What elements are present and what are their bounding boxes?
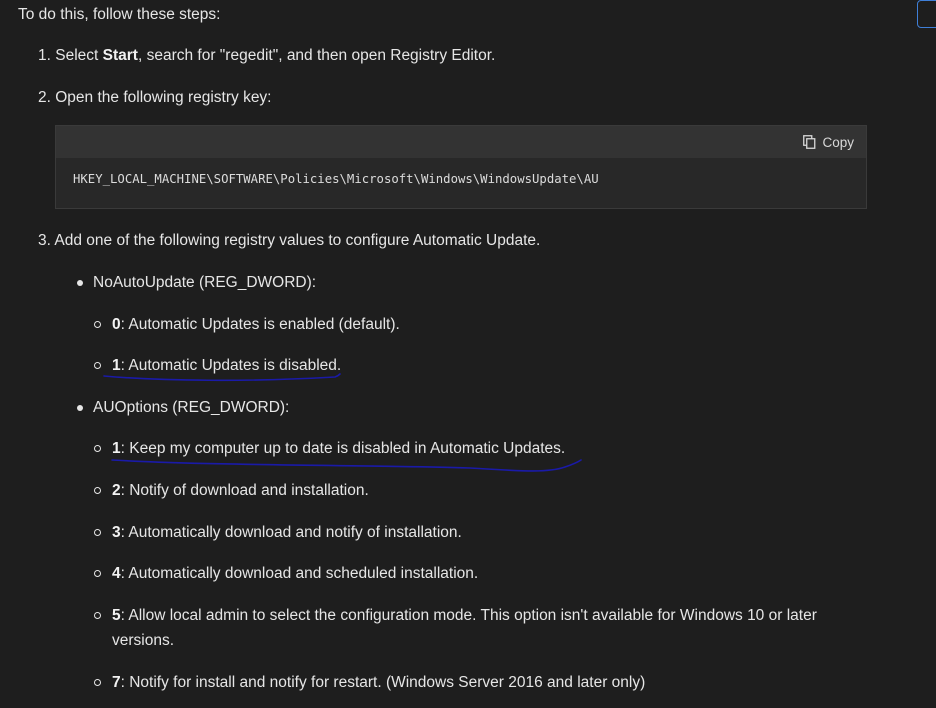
circle-bullet-icon bbox=[94, 570, 101, 577]
option-key: 5 bbox=[112, 607, 121, 624]
option-item: 1: Keep my computer up to date is disabl… bbox=[112, 439, 565, 459]
registry-key-code: HKEY_LOCAL_MACHINE\SOFTWARE\Policies\Mic… bbox=[73, 172, 599, 186]
option-key: 1 bbox=[112, 440, 121, 457]
circle-bullet-icon bbox=[94, 529, 101, 536]
step-1-bold: Start bbox=[102, 47, 138, 64]
option-item: 7: Notify for install and notify for res… bbox=[112, 673, 645, 693]
option-desc: : Notify for install and notify for rest… bbox=[120, 674, 646, 691]
code-block: Copy HKEY_LOCAL_MACHINE\SOFTWARE\Policie… bbox=[55, 125, 867, 209]
option-desc: : Automatically download and scheduled i… bbox=[120, 565, 479, 582]
circle-bullet-icon bbox=[94, 487, 101, 494]
circle-bullet-icon bbox=[94, 362, 101, 369]
step-3: 3. Add one of the following registry val… bbox=[38, 231, 540, 251]
step-3-text: Add one of the following registry values… bbox=[54, 232, 541, 249]
circle-bullet-icon bbox=[94, 612, 101, 619]
intro-text: To do this, follow these steps: bbox=[18, 6, 221, 23]
option-desc: : Automatically download and notify of i… bbox=[120, 524, 462, 541]
bullet-icon bbox=[77, 405, 83, 411]
circle-bullet-icon bbox=[94, 679, 101, 686]
step-3-number: 3. bbox=[38, 232, 51, 249]
option-key: 4 bbox=[112, 565, 121, 582]
circle-bullet-icon bbox=[94, 321, 101, 328]
step-2-text: Open the following registry key: bbox=[55, 89, 272, 106]
option-item: 1: Automatic Updates is disabled. bbox=[112, 356, 341, 376]
step-1-pre: Select bbox=[55, 47, 103, 64]
underline-annotation-2 bbox=[111, 459, 582, 472]
option-key: 2 bbox=[112, 482, 121, 499]
option-key: 7 bbox=[112, 674, 121, 691]
option-item: 4: Automatically download and scheduled … bbox=[112, 564, 478, 584]
copy-button[interactable]: Copy bbox=[803, 132, 854, 152]
feedback-button[interactable] bbox=[917, 0, 936, 28]
option-key: 1 bbox=[112, 357, 121, 374]
option-item: 3: Automatically download and notify of … bbox=[112, 523, 462, 543]
step-2-number: 2. bbox=[38, 89, 51, 106]
value-auoptions-label: AUOptions (REG_DWORD): bbox=[93, 399, 290, 416]
bullet-icon bbox=[77, 280, 83, 286]
option-desc: : Notify of download and installation. bbox=[120, 482, 369, 499]
step-1-number: 1. bbox=[38, 47, 51, 64]
step-1: 1. Select Start, search for "regedit", a… bbox=[38, 46, 495, 66]
option-item: 0: Automatic Updates is enabled (default… bbox=[112, 315, 400, 335]
option-item: 5: Allow local admin to select the confi… bbox=[112, 603, 857, 653]
option-desc: : Allow local admin to select the config… bbox=[112, 607, 817, 649]
code-header: Copy bbox=[56, 126, 866, 158]
step-1-post: , search for "regedit", and then open Re… bbox=[137, 47, 496, 64]
option-key: 3 bbox=[112, 524, 121, 541]
value-noautoupdate-label: NoAutoUpdate (REG_DWORD): bbox=[93, 274, 317, 291]
option-key: 0 bbox=[112, 316, 121, 333]
option-item: 2: Notify of download and installation. bbox=[112, 481, 369, 501]
step-2: 2. Open the following registry key: bbox=[38, 88, 272, 108]
option-desc: : Automatic Updates is enabled (default)… bbox=[120, 316, 400, 333]
circle-bullet-icon bbox=[94, 445, 101, 452]
option-desc: : Keep my computer up to date is disable… bbox=[120, 440, 566, 457]
option-desc: : Automatic Updates is disabled. bbox=[120, 357, 342, 374]
copy-label: Copy bbox=[822, 134, 854, 150]
copy-icon bbox=[803, 135, 816, 149]
